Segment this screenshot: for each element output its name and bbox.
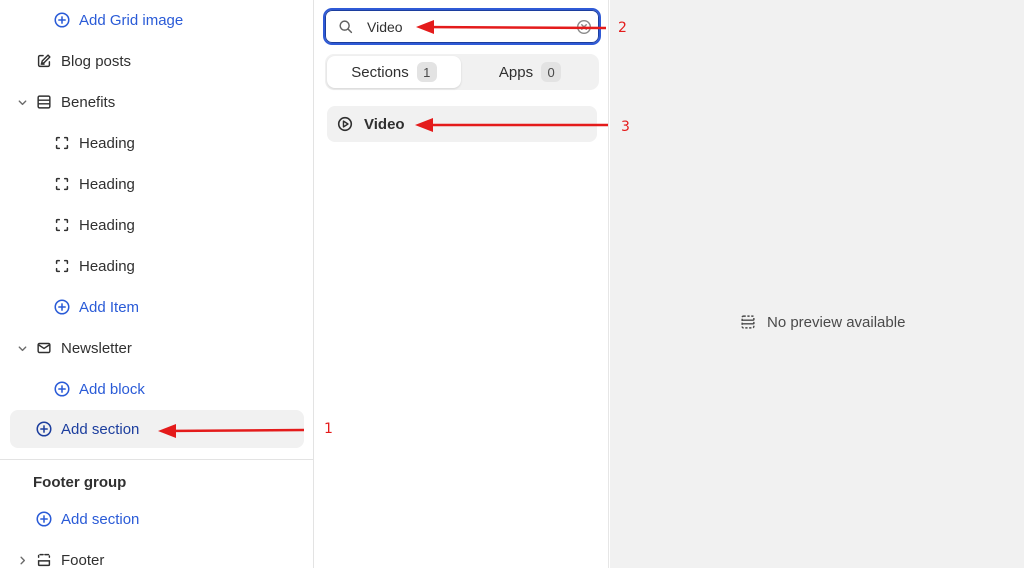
plus-circle-icon	[53, 380, 71, 398]
footer-layout-icon	[35, 551, 53, 568]
sidebar-item-heading[interactable]: Heading	[53, 247, 135, 285]
heading-label: Heading	[79, 216, 135, 234]
add-block-label: Add block	[79, 380, 145, 398]
dashed-square-icon	[53, 257, 71, 275]
annotation-label-3: 3	[621, 119, 630, 135]
add-section-button[interactable]: Add section	[35, 410, 139, 448]
chevron-right-icon[interactable]	[15, 553, 29, 567]
footer-label: Footer	[61, 551, 105, 568]
play-circle-icon	[336, 115, 354, 133]
section-layout-icon	[739, 313, 757, 331]
edit-note-icon	[35, 52, 53, 70]
divider	[0, 459, 313, 460]
newsletter-label: Newsletter	[61, 339, 132, 357]
sidebar-item-benefits[interactable]: Benefits	[35, 83, 115, 121]
sidebar-item-heading[interactable]: Heading	[53, 124, 135, 162]
footer-group-title: Footer group	[33, 474, 127, 491]
plus-circle-icon	[35, 510, 53, 528]
search-icon	[337, 18, 355, 36]
sidebar-item-heading[interactable]: Heading	[53, 165, 135, 203]
section-tree-sidebar: Add Grid image Blog posts Benefits Headi…	[0, 0, 314, 568]
tab-sections-count: 1	[416, 62, 437, 82]
sidebar-item-blog-posts[interactable]: Blog posts	[35, 42, 131, 80]
add-block-button[interactable]: Add block	[53, 370, 145, 408]
annotation-label-1: 1	[324, 421, 333, 437]
plus-circle-icon	[53, 11, 71, 29]
no-preview-text: No preview available	[767, 313, 906, 331]
section-layout-icon	[35, 93, 53, 111]
benefits-label: Benefits	[61, 93, 116, 111]
result-item-label: Video	[364, 115, 405, 133]
dashed-square-icon	[53, 216, 71, 234]
envelope-icon	[35, 339, 53, 357]
picker-tabs: Sections 1 Apps 0	[325, 54, 599, 90]
sidebar-item-newsletter[interactable]: Newsletter	[35, 329, 132, 367]
heading-label: Heading	[79, 175, 135, 193]
footer-add-section-label: Add section	[61, 510, 140, 528]
search-field[interactable]	[323, 8, 601, 45]
plus-circle-icon	[53, 298, 71, 316]
no-preview-message: No preview available	[739, 313, 905, 331]
dashed-square-icon	[53, 175, 71, 193]
chevron-down-icon[interactable]	[15, 341, 29, 355]
add-item-label: Add Item	[79, 298, 140, 316]
tab-apps-count: 0	[541, 62, 562, 82]
search-input[interactable]	[367, 16, 557, 38]
tab-sections[interactable]: Sections 1	[327, 56, 461, 88]
tab-apps[interactable]: Apps 0	[463, 56, 597, 88]
result-item-video[interactable]: Video	[327, 106, 597, 142]
add-grid-image-button[interactable]: Add Grid image	[53, 1, 183, 39]
annotation-label-2: 2	[618, 20, 627, 36]
preview-pane: No preview available	[610, 0, 1024, 568]
dashed-square-icon	[53, 134, 71, 152]
sidebar-item-heading[interactable]: Heading	[53, 206, 135, 244]
section-picker-panel: Sections 1 Apps 0 Video	[315, 0, 609, 568]
add-section-label: Add section	[61, 420, 140, 438]
heading-label: Heading	[79, 257, 135, 275]
plus-circle-icon	[35, 420, 53, 438]
add-grid-image-label: Add Grid image	[79, 11, 184, 29]
heading-label: Heading	[79, 134, 135, 152]
blog-posts-label: Blog posts	[61, 52, 132, 70]
add-item-button[interactable]: Add Item	[53, 288, 139, 326]
clear-icon[interactable]	[575, 18, 593, 36]
sidebar-item-footer[interactable]: Footer	[35, 541, 104, 568]
tab-apps-label: Apps	[498, 63, 534, 81]
footer-add-section-button[interactable]: Add section	[35, 500, 139, 538]
chevron-down-icon[interactable]	[15, 95, 29, 109]
tab-sections-label: Sections	[351, 63, 409, 81]
